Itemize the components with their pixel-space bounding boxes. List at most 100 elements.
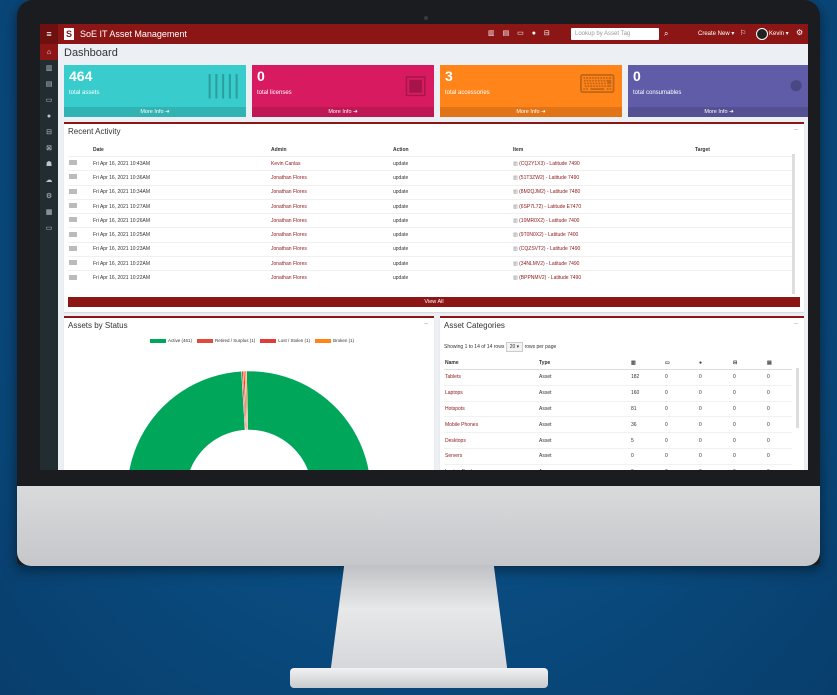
reports-icon[interactable]: ▦ xyxy=(40,204,58,220)
activity-item-link[interactable]: ▥ (9T0N0X2) - Latitude 7400 xyxy=(512,227,694,243)
column-header[interactable]: Date xyxy=(92,144,270,157)
activity-admin-link[interactable]: Kevin Canlas xyxy=(270,155,392,171)
category-name-link[interactable]: Hotspots xyxy=(444,400,538,417)
view-all-button[interactable]: View All xyxy=(68,297,800,307)
activity-item-link[interactable]: ▥ (34NLMV2) - Latitude 7490 xyxy=(512,256,694,271)
collapse-icon[interactable]: − xyxy=(794,127,798,134)
search-icon[interactable]: ⌕ xyxy=(664,29,668,39)
tile-more-info[interactable]: More Info ➜ xyxy=(252,107,434,117)
sidebar: ⌂ ▥ ▤ ▭ ● ⊟ ⊠ ☗ ☁ ⚙ ▦ ▭ xyxy=(40,44,58,470)
licenses-column-icon[interactable]: ▤ xyxy=(766,356,792,370)
import-icon[interactable]: ☁ xyxy=(40,172,58,188)
monitor-stand xyxy=(330,565,508,675)
activity-admin-link[interactable]: Jonathan Flores xyxy=(270,227,392,243)
tile-count: 3 xyxy=(445,68,453,84)
category-name-link[interactable]: Tablets xyxy=(444,369,538,386)
column-header[interactable]: Action xyxy=(392,144,512,157)
activity-item-link[interactable]: ▥ (8M2QJM2) - Latitude 7480 xyxy=(512,184,694,200)
menu-toggle-icon[interactable]: ≡ xyxy=(40,24,58,44)
activity-target xyxy=(694,270,794,285)
column-header[interactable]: Item xyxy=(512,144,694,157)
tile-assets[interactable]: 464 total assets ||||| More Info ➜ xyxy=(64,65,246,117)
flag-icon[interactable]: ⚐ xyxy=(740,29,746,37)
components-icon[interactable]: ⊟ xyxy=(40,124,58,140)
category-consumables-count: 0 xyxy=(698,384,732,402)
collapse-icon[interactable]: − xyxy=(794,321,798,328)
settings-icon[interactable]: ⚙ xyxy=(40,188,58,204)
table-row: Desktops Asset 5 0 0 0 0 xyxy=(444,432,792,449)
licenses-nav-icon[interactable]: ▤ xyxy=(503,30,510,37)
tile-accessories[interactable]: 3 total accessories ⌨ More Info ➜ xyxy=(440,65,622,117)
assets-column-icon[interactable]: ▥ xyxy=(630,356,664,370)
tile-licenses[interactable]: 0 total licenses ▣ More Info ➜ xyxy=(252,65,434,117)
activity-admin-link[interactable]: Jonathan Flores xyxy=(270,170,392,186)
people-icon[interactable]: ☗ xyxy=(40,156,58,172)
asset-tag-lookup-input[interactable]: Lookup by Asset Tag xyxy=(571,28,659,40)
column-header[interactable]: Type xyxy=(538,356,630,370)
app-title[interactable]: SoE IT Asset Management xyxy=(80,29,187,39)
activity-item-link[interactable]: ▥ (6SP7L72) - Latitude E7470 xyxy=(512,198,694,214)
accessories-nav-icon[interactable]: ▭ xyxy=(517,30,524,37)
activity-item-link[interactable]: ▥ (10MR0X2) - Latitude 7400 xyxy=(512,213,694,228)
logo-icon[interactable]: S xyxy=(64,28,74,40)
accessories-column-icon[interactable]: ▭ xyxy=(664,356,698,370)
column-header[interactable]: Admin xyxy=(270,144,392,157)
assets-nav-icon[interactable]: ▥ xyxy=(488,30,495,37)
activity-action: update xyxy=(392,213,512,228)
activity-item-link[interactable]: ▥ (CQ2Y1X3) - Latitude 7490 xyxy=(512,155,694,171)
consumables-column-icon[interactable]: ● xyxy=(698,356,732,370)
category-name-link[interactable]: Mobile Phones xyxy=(444,416,538,433)
scrollbar[interactable] xyxy=(792,154,795,294)
tile-more-info[interactable]: More Info ➜ xyxy=(440,107,622,117)
activity-admin-link[interactable]: Jonathan Flores xyxy=(270,270,392,285)
camera-dot xyxy=(424,16,428,20)
donut-slice[interactable] xyxy=(127,370,371,470)
activity-item-link[interactable]: ▥ (BPPNMV2) - Latitude 7490 xyxy=(512,270,694,285)
table-row: Hotspots Asset 81 0 0 0 0 xyxy=(444,400,792,417)
requestable-icon[interactable]: ▭ xyxy=(40,220,58,236)
category-name-link[interactable]: Laptop Docks xyxy=(444,463,538,470)
activity-admin-link[interactable]: Jonathan Flores xyxy=(270,241,392,257)
activity-item-link[interactable]: ▥ (51T3ZW2) - Latitude 7490 xyxy=(512,170,694,186)
activity-admin-link[interactable]: Jonathan Flores xyxy=(270,184,392,200)
monitor-base xyxy=(290,668,548,688)
components-nav-icon[interactable]: ⊟ xyxy=(544,30,550,37)
tile-more-info[interactable]: More Info ➜ xyxy=(628,107,808,117)
scrollbar[interactable] xyxy=(796,368,799,428)
activity-date: Fri Apr 16, 2021 10:34AM xyxy=(92,184,270,200)
activity-action: update xyxy=(392,270,512,285)
activity-item-link[interactable]: ▥ (CQZSVT2) - Latitude 7490 xyxy=(512,241,694,257)
column-header[interactable]: Name xyxy=(444,356,538,370)
activity-date: Fri Apr 16, 2021 10:22AM xyxy=(92,270,270,285)
create-new-dropdown[interactable]: Create New ▾ xyxy=(698,30,734,37)
activity-admin-link[interactable]: Jonathan Flores xyxy=(270,256,392,271)
avatar[interactable] xyxy=(756,28,768,40)
user-menu[interactable]: Kevin ▾ xyxy=(769,30,789,37)
activity-item-text: (CQZSVT2) - Latitude 7490 xyxy=(519,246,581,253)
category-components-count: 0 xyxy=(732,416,766,433)
gear-icon[interactable]: ⚙ xyxy=(796,28,803,37)
tile-label: total assets xyxy=(69,90,100,96)
tile-consumables[interactable]: 0 total consumables ● More Info ➜ xyxy=(628,65,808,117)
components-column-icon[interactable]: ⊟ xyxy=(732,356,766,370)
activity-date: Fri Apr 16, 2021 10:26AM xyxy=(92,213,270,228)
kits-icon[interactable]: ⊠ xyxy=(40,140,58,156)
activity-date: Fri Apr 16, 2021 10:27AM xyxy=(92,198,270,214)
activity-admin-link[interactable]: Jonathan Flores xyxy=(270,213,392,228)
category-name-link[interactable]: Servers xyxy=(444,447,538,465)
column-header[interactable]: Target xyxy=(694,144,794,157)
accessories-icon[interactable]: ▭ xyxy=(40,92,58,108)
category-name-link[interactable]: Laptops xyxy=(444,384,538,402)
rows-per-page-select[interactable]: 20 ▾ xyxy=(505,342,524,352)
category-components-count: 0 xyxy=(732,369,766,386)
activity-action: update xyxy=(392,241,512,257)
consumables-nav-icon[interactable]: ● xyxy=(532,30,536,37)
consumables-icon[interactable]: ● xyxy=(40,108,58,124)
tile-count: 0 xyxy=(633,68,641,84)
licenses-icon[interactable]: ▤ xyxy=(40,76,58,92)
activity-admin-link[interactable]: Jonathan Flores xyxy=(270,198,392,214)
tile-more-info[interactable]: More Info ➜ xyxy=(64,107,246,117)
assets-icon[interactable]: ▥ xyxy=(40,60,58,76)
category-name-link[interactable]: Desktops xyxy=(444,432,538,449)
dashboard-icon[interactable]: ⌂ xyxy=(40,44,58,60)
